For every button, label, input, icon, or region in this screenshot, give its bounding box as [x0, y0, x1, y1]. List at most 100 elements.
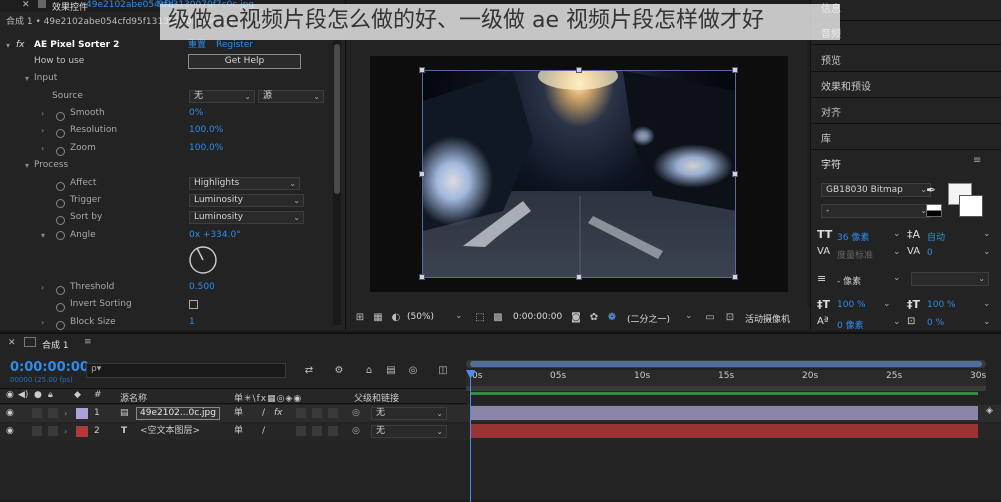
chevron-down-icon[interactable]: ⌄	[883, 299, 891, 309]
eye-icon[interactable]: ◉	[6, 423, 14, 440]
chevron-down-icon[interactable]: ⌄	[983, 299, 991, 309]
transform-handle[interactable]	[419, 171, 425, 177]
parent-select[interactable]: 无 ⌄	[371, 407, 447, 420]
lock-icon[interactable]	[38, 0, 46, 8]
affect-select[interactable]: Highlights ⌄	[189, 177, 300, 190]
panel-menu-icon[interactable]: ≡	[84, 337, 92, 347]
tsume-value[interactable]: 0 %	[927, 318, 944, 328]
3d-layer-switch[interactable]	[328, 426, 338, 436]
close-icon[interactable]: ✕	[22, 0, 30, 10]
vertical-scale-value[interactable]: 100 %	[837, 300, 866, 310]
chevron-right-icon[interactable]: ›	[64, 423, 67, 440]
frame-blending-icon[interactable]: ▤	[384, 364, 398, 378]
chevron-down-icon[interactable]: ⌄	[455, 311, 463, 321]
transform-handle[interactable]	[419, 274, 425, 280]
chevron-right-icon[interactable]: ›	[41, 279, 44, 296]
font-family-select[interactable]: GB18030 Bitmap ⌄	[821, 183, 931, 197]
zoom-value[interactable]: 100.0%	[189, 140, 223, 157]
lock-toggle[interactable]	[48, 408, 58, 418]
time-ruler[interactable]: 0s 05s 10s 15s 20s 25s 30s	[466, 370, 986, 386]
angle-dial[interactable]	[188, 245, 218, 275]
tab-comp-1[interactable]: 合成 1	[42, 338, 69, 351]
panel-effects-presets[interactable]: 效果和预设	[821, 78, 871, 93]
label-color-swatch[interactable]	[76, 426, 88, 437]
chevron-down-icon[interactable]: ⌄	[983, 229, 991, 239]
transform-handle[interactable]	[419, 67, 425, 73]
panel-library[interactable]: 库	[821, 130, 831, 145]
stroke-type-select[interactable]: ⌄	[911, 272, 989, 286]
label-color-swatch[interactable]	[76, 408, 88, 419]
lock-toggle[interactable]	[48, 426, 58, 436]
footage-frame[interactable]	[422, 70, 736, 278]
font-size-value[interactable]: 36 像素	[837, 230, 869, 243]
parent-select[interactable]: 无 ⌄	[371, 425, 447, 438]
chevron-down-icon[interactable]: ⌄	[685, 311, 693, 321]
threshold-value[interactable]: 0.500	[189, 279, 215, 296]
kerning-value[interactable]: 度量标准	[837, 248, 873, 261]
chevron-down-icon[interactable]: ▾	[25, 70, 29, 87]
grid-icon[interactable]: ▦	[371, 311, 385, 325]
render-icon[interactable]: ◈	[986, 406, 993, 416]
chevron-down-icon[interactable]: ⌄	[893, 317, 901, 327]
quality-switch-icon[interactable]: /	[262, 405, 265, 422]
font-style-select[interactable]: - ⌄	[821, 204, 931, 218]
transform-handle[interactable]	[732, 171, 738, 177]
invert-checkbox[interactable]	[189, 300, 198, 309]
transparency-grid-icon[interactable]: ▩	[491, 311, 505, 325]
solo-toggle[interactable]	[32, 426, 42, 436]
chevron-down-icon[interactable]: ▾	[25, 157, 29, 174]
playhead[interactable]	[470, 372, 471, 502]
resolution-select[interactable]: (二分之一)	[627, 312, 670, 325]
panel-align[interactable]: 对齐	[821, 104, 841, 119]
trigger-select[interactable]: Luminosity ⌄	[189, 194, 304, 207]
sortby-select[interactable]: Luminosity ⌄	[189, 211, 304, 224]
transform-handle[interactable]	[576, 67, 582, 73]
transform-handle[interactable]	[576, 274, 582, 280]
chevron-down-icon[interactable]: ▾	[6, 37, 10, 54]
graph-editor-icon[interactable]: ◫	[436, 364, 450, 378]
get-help-button[interactable]: Get Help	[188, 54, 301, 69]
chevron-down-icon[interactable]: ⌄	[893, 229, 901, 239]
leading-value[interactable]: 自动	[927, 230, 945, 243]
chevron-right-icon[interactable]: ›	[41, 140, 44, 157]
motion-blur-switch[interactable]	[312, 426, 322, 436]
layer-name[interactable]: 49e2102...0c.jpg	[136, 407, 220, 420]
process-group[interactable]: ▾ Process	[0, 157, 340, 174]
chevron-down-icon[interactable]: ⌄	[983, 247, 991, 257]
transform-handle[interactable]	[732, 274, 738, 280]
source-name-header[interactable]: 源名称	[120, 391, 147, 404]
fx-switch-icon[interactable]: fx	[274, 405, 283, 422]
stopwatch-icon[interactable]	[56, 318, 69, 330]
camera-icon[interactable]: ◙	[569, 311, 583, 325]
stopwatch-icon[interactable]	[56, 231, 69, 241]
baseline-shift-value[interactable]: 0 像素	[837, 318, 864, 331]
always-preview-icon[interactable]: ⊞	[353, 311, 367, 325]
close-icon[interactable]: ✕	[8, 338, 16, 348]
chevron-right-icon[interactable]: ›	[41, 122, 44, 139]
draft-3d-icon[interactable]: ⚙	[332, 364, 346, 378]
fast-preview-icon[interactable]: ▭	[703, 311, 717, 325]
eyedropper-icon[interactable]: ✒	[926, 183, 936, 197]
work-area-bar[interactable]	[466, 386, 986, 391]
chevron-right-icon[interactable]: ›	[41, 314, 44, 330]
pickwhip-icon[interactable]: ◎	[352, 423, 360, 440]
effects-scrollbar[interactable]	[333, 40, 341, 325]
source-type-select[interactable]: 源 ⌄	[258, 90, 324, 103]
transform-handle[interactable]	[732, 67, 738, 73]
viewer-timecode[interactable]: 0:00:00:00	[513, 312, 562, 322]
3d-layer-switch[interactable]	[328, 408, 338, 418]
frame-blend-switch[interactable]	[296, 426, 306, 436]
tracking-value[interactable]: 0	[927, 248, 933, 258]
layer-search-input[interactable]: ρ▾	[86, 363, 286, 378]
resolution-value[interactable]: 100.0%	[189, 122, 223, 139]
quality-switch-icon[interactable]: /	[262, 423, 265, 440]
color-swap-icon[interactable]	[926, 204, 942, 217]
chevron-down-icon[interactable]: ⌄	[983, 317, 991, 327]
motion-blur-icon[interactable]: ◎	[406, 364, 420, 378]
motion-blur-switch[interactable]	[312, 408, 322, 418]
stroke-width-value[interactable]: - 像素	[837, 274, 861, 287]
panel-character-title[interactable]: 字符	[821, 156, 841, 171]
shy-switch-icon[interactable]: 单	[234, 405, 243, 422]
layer-name[interactable]: <空文本图层>	[140, 423, 200, 440]
layer-bar-1[interactable]	[470, 406, 978, 420]
